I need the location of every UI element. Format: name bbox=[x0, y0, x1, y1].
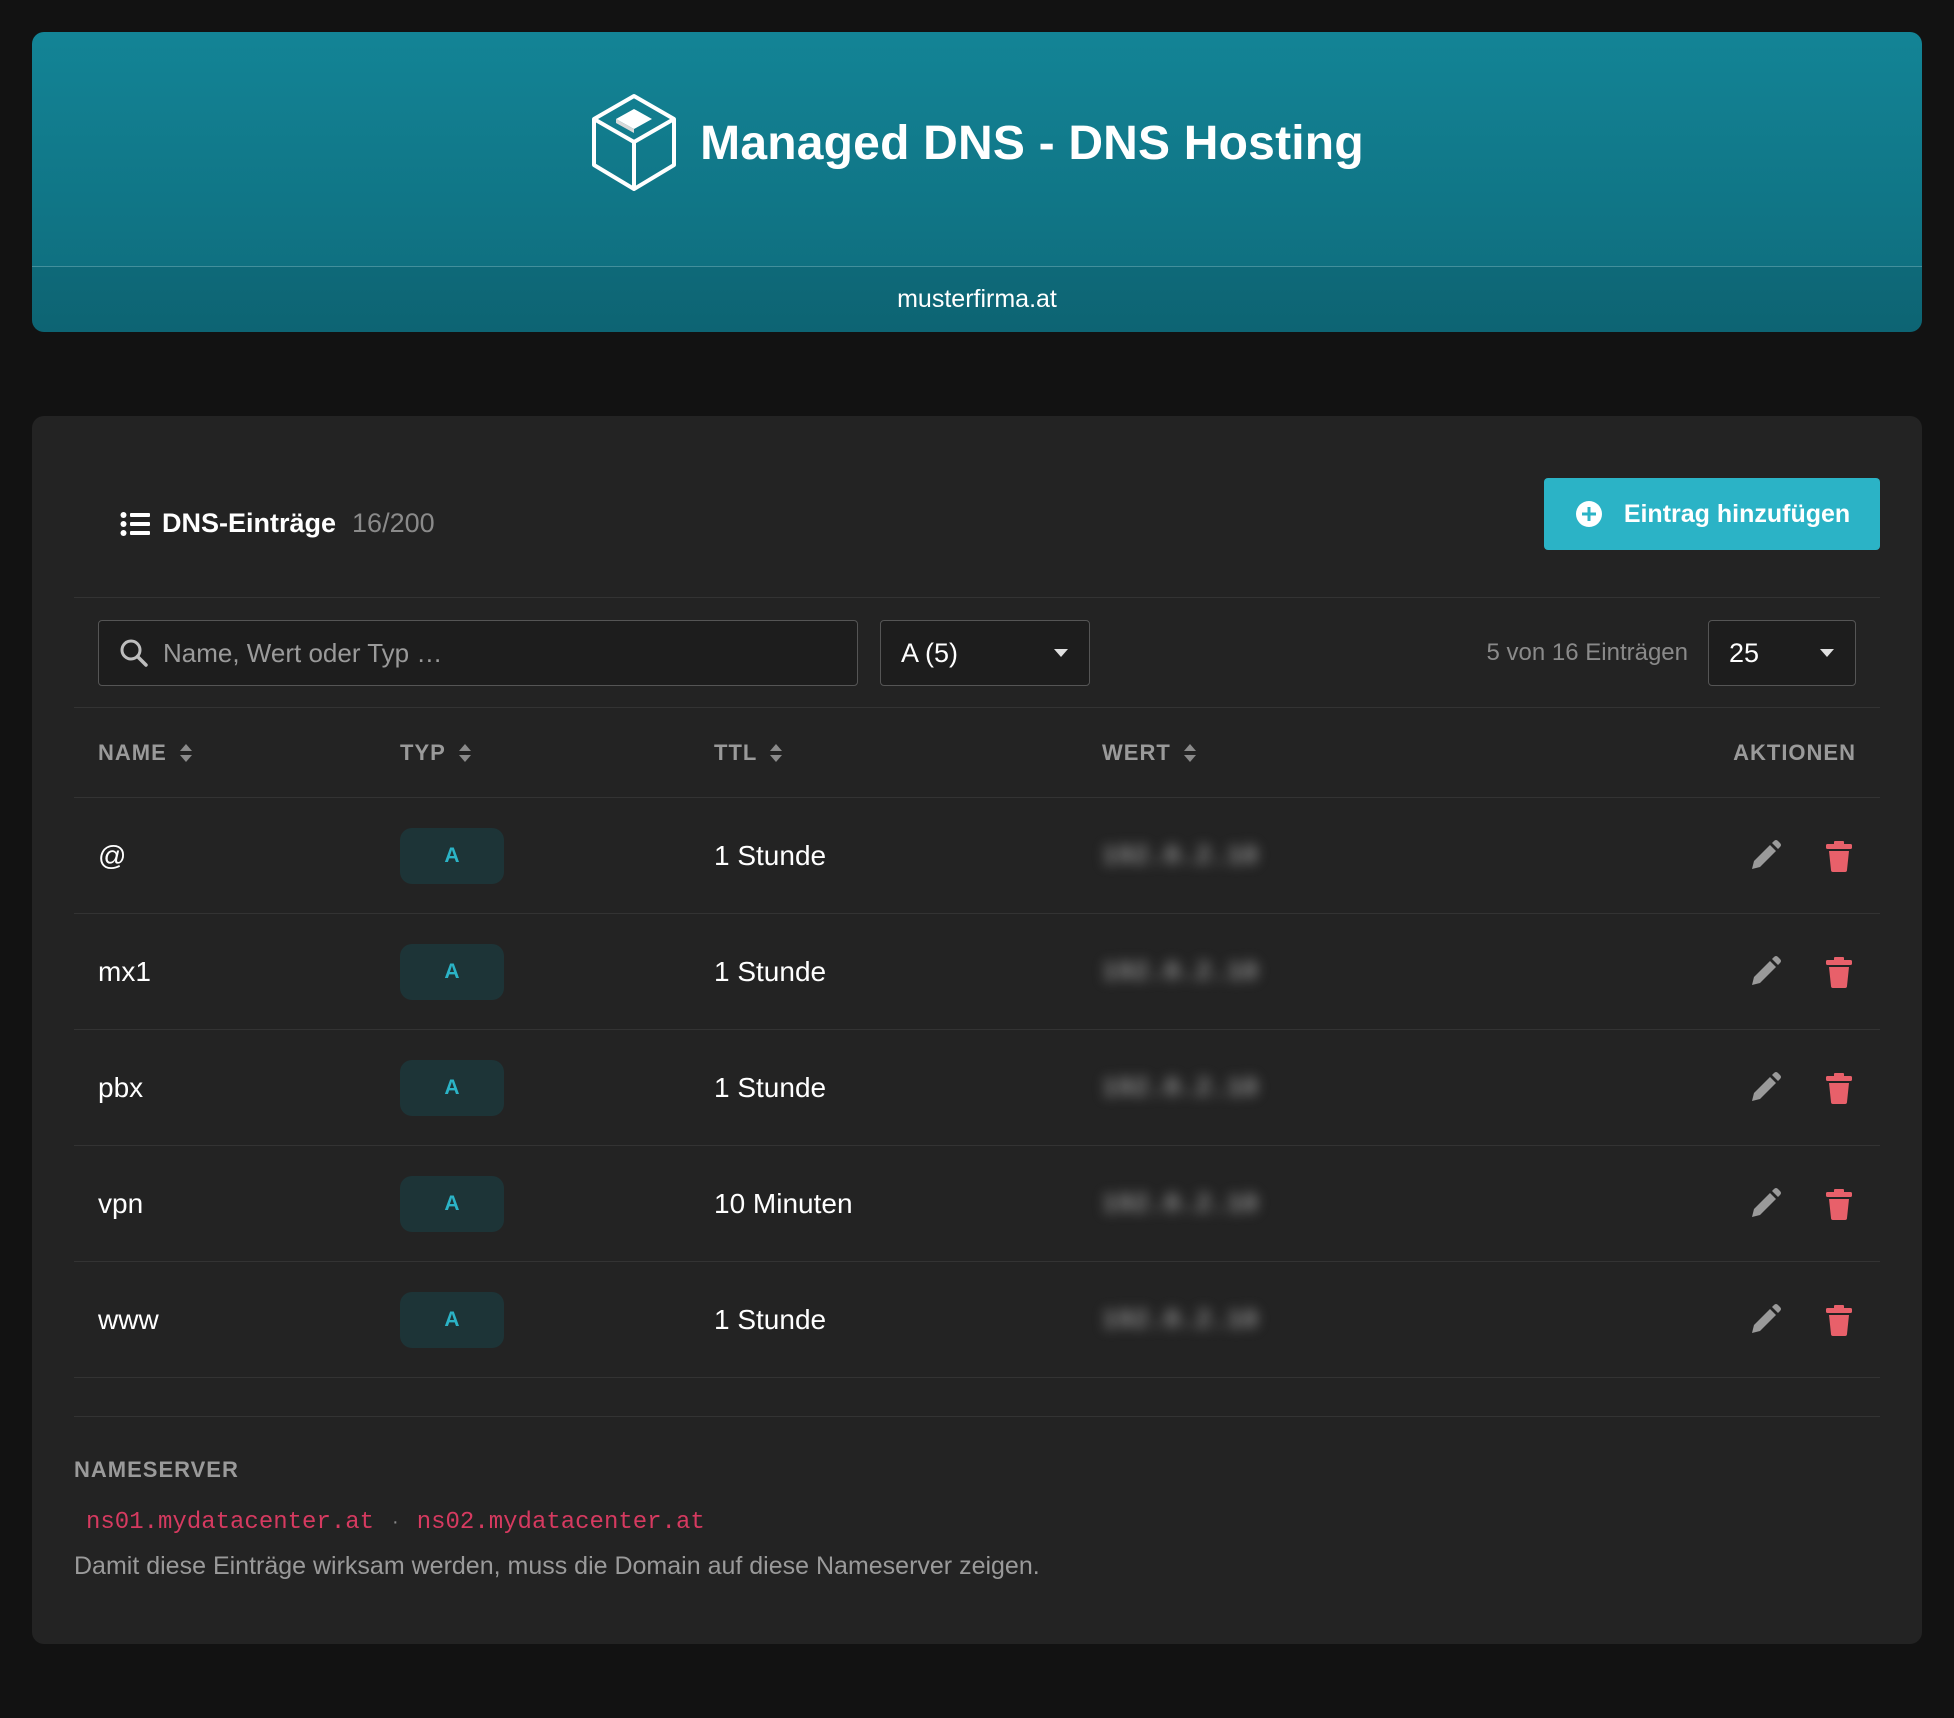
domain-label: musterfirma.at bbox=[32, 267, 1922, 332]
sort-icon bbox=[179, 743, 192, 762]
trash-icon[interactable] bbox=[1822, 1303, 1856, 1337]
banner-title-wrap: Managed DNS - DNS Hosting bbox=[590, 93, 1364, 193]
add-entry-button[interactable]: Eintrag hinzufügen bbox=[1544, 478, 1880, 550]
record-ttl: 1 Stunde bbox=[714, 955, 827, 987]
trash-icon[interactable] bbox=[1822, 1187, 1856, 1221]
cube-icon bbox=[592, 94, 677, 191]
dns-records-card: DNS-Einträge 16/200 Eintrag hinzufügen A… bbox=[32, 416, 1922, 1644]
table-row: pbx A 1 Stunde 192.0.2.10 bbox=[74, 1030, 1880, 1146]
add-entry-label: Eintrag hinzufügen bbox=[1623, 499, 1851, 528]
page-size-select[interactable]: 25 bbox=[1708, 620, 1856, 686]
sort-icon bbox=[770, 743, 783, 762]
filter-toolbar: A (5) 5 von 16 Einträgen 25 bbox=[74, 598, 1880, 708]
search-icon bbox=[120, 639, 148, 667]
pencil-icon[interactable] bbox=[1748, 1187, 1782, 1221]
column-header-name[interactable]: NAME bbox=[98, 740, 193, 766]
type-badge: A bbox=[400, 827, 504, 884]
search-input[interactable] bbox=[163, 637, 857, 669]
record-value: 192.0.2.10 bbox=[1102, 956, 1259, 987]
record-name: mx1 bbox=[98, 955, 151, 987]
nameserver-heading: NAMESERVER bbox=[74, 1457, 239, 1482]
record-ttl: 1 Stunde bbox=[714, 839, 827, 871]
dns-records-table: NAME TYP TTL WERT AKTIONEN @ A 1 Stunde … bbox=[74, 708, 1880, 1378]
nameserver-section: NAMESERVER ns01.mydatacenter.at · ns02.m… bbox=[74, 1416, 1880, 1581]
record-ttl: 1 Stunde bbox=[714, 1303, 827, 1335]
record-name: vpn bbox=[98, 1187, 144, 1219]
type-badge: A bbox=[400, 1291, 504, 1348]
nameserver-item: ns02.mydatacenter.at bbox=[416, 1509, 705, 1536]
record-ttl: 1 Stunde bbox=[714, 1071, 827, 1103]
nameserver-separator: · bbox=[392, 1511, 399, 1533]
table-row: @ A 1 Stunde 192.0.2.10 bbox=[74, 798, 1880, 914]
section-title-label: DNS-Einträge bbox=[162, 508, 337, 538]
nameserver-item: ns01.mydatacenter.at bbox=[86, 1509, 375, 1536]
section-title: DNS-Einträge 16/200 bbox=[120, 508, 435, 539]
row-actions bbox=[1748, 839, 1856, 873]
pencil-icon[interactable] bbox=[1748, 1071, 1782, 1105]
column-header-label: AKTIONEN bbox=[1733, 739, 1856, 765]
sort-icon bbox=[458, 743, 471, 762]
record-name: pbx bbox=[98, 1071, 144, 1103]
column-header-value[interactable]: WERT bbox=[1102, 740, 1197, 766]
table-row: vpn A 10 Minuten 192.0.2.10 bbox=[74, 1146, 1880, 1262]
type-badge: A bbox=[400, 1059, 504, 1116]
caret-down-icon bbox=[1054, 649, 1068, 657]
type-filter-select[interactable]: A (5) bbox=[880, 620, 1090, 686]
table-header: NAME TYP TTL WERT AKTIONEN bbox=[74, 708, 1880, 798]
column-header-label: TTL bbox=[714, 739, 758, 765]
page-size-value: 25 bbox=[1729, 637, 1760, 668]
record-value: 192.0.2.10 bbox=[1102, 1188, 1259, 1219]
row-actions bbox=[1748, 1303, 1856, 1337]
trash-icon[interactable] bbox=[1822, 1071, 1856, 1105]
record-ttl: 10 Minuten bbox=[714, 1187, 853, 1219]
list-icon bbox=[120, 511, 150, 536]
record-value: 192.0.2.10 bbox=[1102, 1304, 1259, 1335]
row-actions bbox=[1748, 1071, 1856, 1105]
record-name: @ bbox=[98, 839, 127, 871]
header-banner: Managed DNS - DNS Hosting musterfirma.at bbox=[32, 32, 1922, 332]
card-header: DNS-Einträge 16/200 Eintrag hinzufügen bbox=[74, 478, 1880, 598]
records-count: 16/200 bbox=[352, 508, 435, 538]
column-header-actions: AKTIONEN bbox=[1733, 740, 1856, 766]
row-actions bbox=[1748, 1187, 1856, 1221]
record-name: www bbox=[98, 1303, 159, 1335]
caret-down-icon bbox=[1820, 649, 1834, 657]
column-header-ttl[interactable]: TTL bbox=[714, 740, 783, 766]
banner-top: Managed DNS - DNS Hosting bbox=[32, 32, 1922, 266]
record-value: 192.0.2.10 bbox=[1102, 840, 1259, 871]
row-actions bbox=[1748, 955, 1856, 989]
trash-icon[interactable] bbox=[1822, 955, 1856, 989]
table-row: mx1 A 1 Stunde 192.0.2.10 bbox=[74, 914, 1880, 1030]
column-header-type[interactable]: TYP bbox=[400, 740, 472, 766]
plus-circle-icon bbox=[1575, 501, 1602, 527]
pencil-icon[interactable] bbox=[1748, 955, 1782, 989]
nameserver-list: ns01.mydatacenter.at · ns02.mydatacenter… bbox=[74, 1509, 1880, 1536]
sort-icon bbox=[1183, 743, 1196, 762]
trash-icon[interactable] bbox=[1822, 839, 1856, 873]
entries-info: 5 von 16 Einträgen bbox=[1486, 639, 1688, 666]
page-title: Managed DNS - DNS Hosting bbox=[700, 116, 1364, 170]
nameserver-note: Damit diese Einträge wirksam werden, mus… bbox=[74, 1552, 1040, 1580]
pencil-icon[interactable] bbox=[1748, 839, 1782, 873]
column-header-label: TYP bbox=[400, 739, 446, 765]
table-row: www A 1 Stunde 192.0.2.10 bbox=[74, 1262, 1880, 1378]
column-header-label: WERT bbox=[1102, 739, 1171, 765]
column-header-label: NAME bbox=[98, 739, 167, 765]
pencil-icon[interactable] bbox=[1748, 1303, 1782, 1337]
search-box[interactable] bbox=[98, 620, 858, 686]
record-value: 192.0.2.10 bbox=[1102, 1072, 1259, 1103]
type-filter-value: A (5) bbox=[901, 637, 959, 668]
type-badge: A bbox=[400, 943, 504, 1000]
type-badge: A bbox=[400, 1175, 504, 1232]
